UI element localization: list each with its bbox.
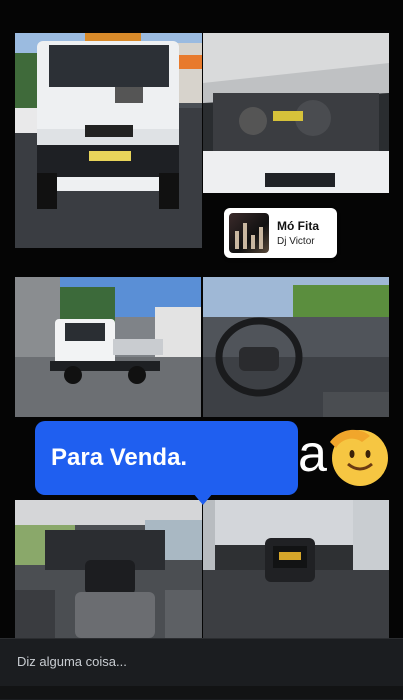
photo-rear-seats [15, 500, 202, 638]
story-canvas: Mó Fita Dj Victor Para Venda. a Diz algu… [0, 0, 403, 700]
photo-van-front [15, 33, 202, 248]
saluting-face-emoji-icon [322, 420, 392, 490]
bottom-strip [0, 686, 403, 699]
music-artist: Dj Victor [277, 236, 315, 247]
photo-engine-bay [203, 33, 389, 193]
photo-steering-wheel [203, 277, 389, 417]
music-title: Mó Fita [277, 219, 319, 233]
music-sticker[interactable]: Mó Fita Dj Victor [224, 208, 337, 258]
reply-input[interactable]: Diz alguma coisa... [17, 654, 127, 669]
speech-bubble-sticker[interactable]: Para Venda. [35, 421, 298, 505]
speech-bubble-text: Para Venda. [51, 444, 188, 471]
photo-cargo-winch [203, 500, 389, 638]
photo-tow-truck [15, 277, 201, 417]
album-art [229, 213, 269, 253]
